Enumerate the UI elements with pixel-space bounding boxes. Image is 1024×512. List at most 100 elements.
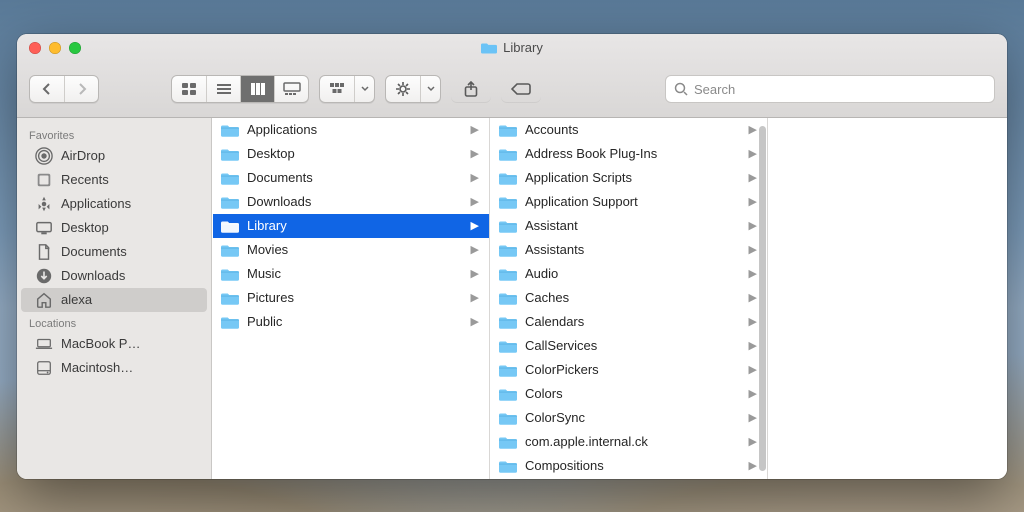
group-icon xyxy=(329,82,345,96)
view-mode-switcher xyxy=(171,75,309,103)
scrollbar[interactable] xyxy=(759,126,766,471)
folder-label: Documents xyxy=(247,170,313,185)
chevron-right-icon: ▶ xyxy=(471,219,479,232)
folder-label: Assistant xyxy=(525,218,578,233)
sidebar-item-label: alexa xyxy=(61,292,92,307)
folder-label: Downloads xyxy=(247,194,311,209)
folder-row[interactable]: Public ▶ xyxy=(213,310,489,334)
sidebar: FavoritesAirDropRecentsApplicationsDeskt… xyxy=(17,118,212,479)
folder-icon xyxy=(481,41,497,54)
folder-row[interactable]: Pictures ▶ xyxy=(213,286,489,310)
chevron-right-icon xyxy=(77,83,87,95)
sidebar-item-downloads[interactable]: Downloads xyxy=(21,264,207,288)
folder-row[interactable]: Movies▶ xyxy=(213,238,489,262)
disk-icon xyxy=(35,359,53,377)
sidebar-item-airdrop[interactable]: AirDrop xyxy=(21,144,207,168)
chevron-right-icon: ▶ xyxy=(471,171,479,184)
folder-row[interactable]: CallServices▶ xyxy=(491,334,767,358)
search-input[interactable] xyxy=(694,82,986,97)
airdrop-icon xyxy=(35,147,53,165)
chevron-right-icon: ▶ xyxy=(749,243,757,256)
sidebar-item-label: Macintosh… xyxy=(61,360,133,375)
chevron-right-icon: ▶ xyxy=(749,171,757,184)
folder-label: Pictures xyxy=(247,290,294,305)
sidebar-item-macintosh-[interactable]: Macintosh… xyxy=(21,356,207,380)
folder-row[interactable]: Caches▶ xyxy=(491,286,767,310)
folder-row[interactable]: Colors ▶ xyxy=(491,382,767,406)
folder-label: ColorPickers xyxy=(525,362,599,377)
folder-row[interactable]: Address Book Plug-Ins▶ xyxy=(491,142,767,166)
window-controls xyxy=(17,42,81,54)
chevron-right-icon: ▶ xyxy=(749,411,757,424)
folder-row[interactable]: Containers▶ xyxy=(491,478,767,479)
folder-row[interactable]: Documents ▶ xyxy=(213,166,489,190)
search-icon xyxy=(674,82,688,96)
column-browser: Applications▶Desktop▶ Documents ▶ Downloads… xyxy=(212,118,1007,479)
sidebar-item-recents[interactable]: Recents xyxy=(21,168,207,192)
chevron-right-icon: ▶ xyxy=(471,315,479,328)
chevron-right-icon: ▶ xyxy=(471,123,479,136)
sidebar-item-desktop[interactable]: Desktop xyxy=(21,216,207,240)
folder-row[interactable]: Audio▶ xyxy=(491,262,767,286)
sidebar-item-applications[interactable]: Applications xyxy=(21,192,207,216)
forward-button[interactable] xyxy=(64,76,98,102)
gallery-icon xyxy=(283,82,301,96)
folder-label: Library xyxy=(247,218,287,233)
folder-row[interactable]: Application Support▶ xyxy=(491,190,767,214)
view-list-button[interactable] xyxy=(206,76,240,102)
chevron-down-icon xyxy=(427,86,435,92)
sidebar-item-label: MacBook P… xyxy=(61,336,140,351)
sidebar-item-documents[interactable]: Documents xyxy=(21,240,207,264)
list-icon xyxy=(216,82,232,96)
arrange-menu[interactable] xyxy=(319,75,375,103)
share-button[interactable] xyxy=(451,76,491,102)
view-gallery-button[interactable] xyxy=(274,76,308,102)
folder-row[interactable]: Assistant ▶ xyxy=(491,214,767,238)
column-0[interactable]: Applications▶Desktop▶ Documents ▶ Downloads… xyxy=(212,118,490,479)
chevron-right-icon: ▶ xyxy=(471,291,479,304)
column-1[interactable]: Accounts▶Address Book Plug-Ins▶Applicati… xyxy=(490,118,768,479)
sidebar-item-alexa[interactable]: alexa xyxy=(21,288,207,312)
back-button[interactable] xyxy=(30,76,64,102)
folder-row[interactable]: Downloads▶ xyxy=(213,190,489,214)
folder-row[interactable]: ColorPickers▶ xyxy=(491,358,767,382)
close-button[interactable] xyxy=(29,42,41,54)
sidebar-item-label: Documents xyxy=(61,244,127,259)
chevron-right-icon: ▶ xyxy=(749,387,757,400)
search-field[interactable] xyxy=(665,75,995,103)
folder-label: Public xyxy=(247,314,282,329)
chevron-right-icon: ▶ xyxy=(471,147,479,160)
folder-row[interactable]: Desktop▶ xyxy=(213,142,489,166)
folder-row[interactable]: Assistants ▶ xyxy=(491,238,767,262)
column-2[interactable] xyxy=(768,118,1007,479)
chevron-right-icon: ▶ xyxy=(749,339,757,352)
sidebar-item-macbook-p-[interactable]: MacBook P… xyxy=(21,332,207,356)
zoom-button[interactable] xyxy=(69,42,81,54)
folder-row[interactable]: Accounts▶ xyxy=(491,118,767,142)
tags-button[interactable] xyxy=(501,76,541,102)
columns-icon xyxy=(250,82,266,96)
chevron-right-icon: ▶ xyxy=(749,219,757,232)
folder-row[interactable]: Applications▶ xyxy=(213,118,489,142)
folder-row[interactable]: com.apple.internal.ck▶ xyxy=(491,430,767,454)
window-title: Library xyxy=(17,40,1007,55)
minimize-button[interactable] xyxy=(49,42,61,54)
view-columns-button[interactable] xyxy=(240,76,274,102)
chevron-right-icon: ▶ xyxy=(749,147,757,160)
folder-label: Assistants xyxy=(525,242,584,257)
action-menu[interactable] xyxy=(385,75,441,103)
folder-label: Colors xyxy=(525,386,563,401)
folder-row[interactable]: Calendars▶ xyxy=(491,310,767,334)
toolbar xyxy=(17,62,1007,117)
folder-row[interactable]: Compositions▶ xyxy=(491,454,767,478)
chevron-right-icon: ▶ xyxy=(749,267,757,280)
folder-row[interactable]: ColorSync▶ xyxy=(491,406,767,430)
chevron-right-icon: ▶ xyxy=(749,123,757,136)
folder-row[interactable]: Application Scripts▶ xyxy=(491,166,767,190)
folder-label: Caches xyxy=(525,290,569,305)
folder-row[interactable]: Library ▶ xyxy=(213,214,489,238)
folder-row[interactable]: Music▶ xyxy=(213,262,489,286)
view-icons-button[interactable] xyxy=(172,76,206,102)
sidebar-item-label: Desktop xyxy=(61,220,109,235)
nav-buttons xyxy=(29,75,99,103)
